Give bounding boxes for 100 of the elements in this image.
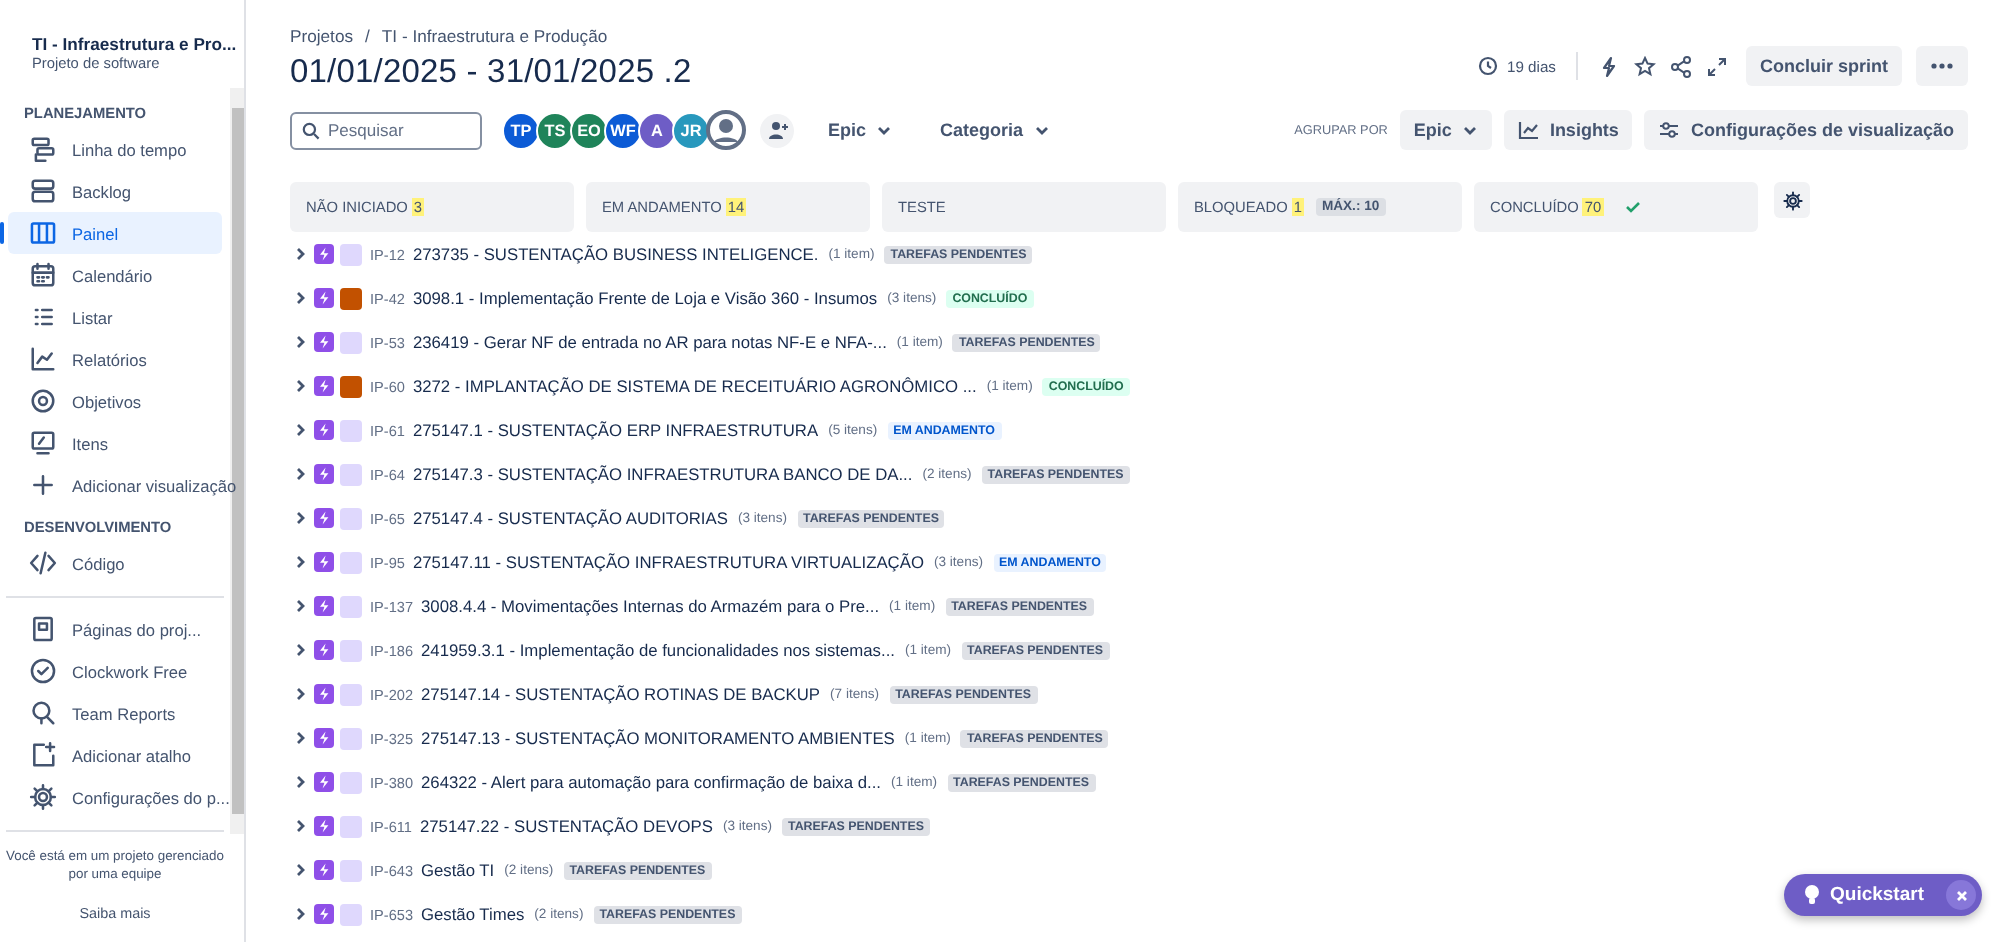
star-icon[interactable]: [1633, 55, 1656, 77]
plus-icon: [28, 470, 58, 500]
expand-chevron-icon[interactable]: [294, 818, 308, 834]
breadcrumb-separator: /: [365, 26, 370, 46]
user-avatar[interactable]: [706, 110, 746, 150]
sidebar-item[interactable]: Listar: [8, 296, 222, 338]
chevron-down-icon: [1461, 122, 1478, 138]
epic-icon: [314, 376, 334, 396]
view-settings-button[interactable]: Configurações de visualização: [1644, 110, 1968, 150]
filter-dropdown[interactable]: Epic: [814, 110, 907, 150]
epic-icon: [314, 772, 334, 792]
search-field[interactable]: Pesquisar: [290, 111, 482, 149]
more-button[interactable]: [1916, 46, 1968, 86]
expand-chevron-icon[interactable]: [294, 686, 308, 702]
project-name: TI - Infraestrutura e Pro...: [32, 34, 237, 54]
expand-chevron-icon[interactable]: [294, 906, 308, 922]
share-icon[interactable]: [1669, 55, 1692, 77]
search-icon: [302, 121, 320, 139]
epic-icon: [314, 552, 334, 572]
epic-title: 275147.11 - SUSTENTAÇÃO INFRAESTRUTURA VIRTUALIZAÇÃO: [412, 552, 924, 572]
complete-sprint-button[interactable]: Concluir sprint: [1745, 46, 1902, 86]
epic-icon: [314, 640, 334, 660]
expand-icon[interactable]: [1705, 55, 1728, 77]
shortcut-icon: [28, 740, 58, 770]
lightning-icon[interactable]: [1597, 55, 1620, 77]
expand-chevron-icon[interactable]: [294, 466, 308, 482]
epic-title: 275147.22 - SUSTENTAÇÃO DEVOPS: [419, 816, 713, 836]
expand-chevron-icon[interactable]: [294, 378, 308, 394]
sidebar-item[interactable]: Calendário: [8, 254, 222, 296]
epic-icon: [314, 860, 334, 880]
epic-title: 275147.14 - SUSTENTAÇÃO ROTINAS DE BACKUP: [421, 684, 821, 704]
epic-icon: [314, 728, 334, 748]
sidebar-item[interactable]: Backlog: [8, 170, 222, 212]
expand-chevron-icon[interactable]: [294, 774, 308, 790]
user-avatar[interactable]: TP: [502, 111, 540, 149]
expand-chevron-icon[interactable]: [294, 334, 308, 350]
column-settings-button[interactable]: [1774, 182, 1810, 218]
user-avatar[interactable]: EO: [570, 111, 608, 149]
quickstart-button[interactable]: Quickstart: [1784, 874, 1982, 916]
epic-title: 236419 - Gerar NF de entrada no AR para notas NF-E e NFA-...: [412, 332, 887, 352]
user-avatar[interactable]: JR: [672, 111, 710, 149]
epic-title: 275147.3 - SUSTENTAÇÃO INFRAESTRUTURA BANCO DE DA...: [412, 464, 913, 484]
expand-chevron-icon[interactable]: [294, 730, 308, 746]
expand-chevron-icon[interactable]: [294, 510, 308, 526]
add-people-button[interactable]: [760, 113, 794, 147]
epic-title: 3098.1 - Implementação Frente de Loja e Visão 360 - Insumos: [412, 288, 878, 308]
sidebar-item[interactable]: Itens: [8, 422, 222, 464]
backlog-icon: [28, 176, 58, 206]
sidebar-item[interactable]: Objetivos: [8, 380, 222, 422]
expand-chevron-icon[interactable]: [294, 290, 308, 306]
expand-chevron-icon[interactable]: [294, 246, 308, 262]
epic-title: 275147.1 - SUSTENTAÇÃO ERP INFRAESTRUTURA: [412, 420, 819, 440]
board-icon: [28, 218, 58, 248]
sidebar-item[interactable]: Configurações do p...: [8, 776, 238, 818]
calendar-icon: [28, 260, 58, 290]
epic-icon: [314, 684, 334, 704]
epic-title: Gestão TI: [421, 860, 495, 880]
sidebar-item[interactable]: Páginas do proj...: [8, 608, 222, 650]
epic-icon: [314, 420, 334, 440]
expand-chevron-icon[interactable]: [294, 642, 308, 658]
sidebar-item[interactable]: Relatórios: [8, 338, 222, 380]
expand-chevron-icon[interactable]: [294, 598, 308, 614]
expand-chevron-icon[interactable]: [294, 422, 308, 438]
sidebar-item[interactable]: Código: [8, 542, 222, 584]
sidebar-item[interactable]: Team Reports: [8, 692, 222, 734]
user-avatar[interactable]: A: [638, 111, 676, 149]
user-avatar[interactable]: TS: [536, 111, 574, 149]
epic-icon: [314, 816, 334, 836]
sidebar-item[interactable]: Adicionar atalho: [8, 734, 222, 776]
expand-chevron-icon[interactable]: [294, 862, 308, 878]
chart-icon: [1517, 120, 1540, 140]
insights-button[interactable]: Insights: [1503, 110, 1633, 150]
epic-title: 275147.13 - SUSTENTAÇÃO MONITORAMENTO AMBIENTES: [421, 728, 895, 748]
epic-title: 264322 - Alert para automação para confirmação de baixa d...: [421, 772, 881, 792]
breadcrumb-link[interactable]: TI - Infraestrutura e Produção: [381, 26, 608, 46]
close-button[interactable]: [1946, 880, 1976, 910]
epic-icon: [314, 596, 334, 616]
page-icon: [28, 614, 58, 644]
settings-icon: [1781, 189, 1803, 211]
code-icon: [28, 548, 58, 578]
epic-title: 273735 - SUSTENTAÇÃO BUSINESS INTELIGENCE.: [412, 244, 819, 264]
add-people-icon: [767, 120, 787, 140]
epic-icon: [314, 464, 334, 484]
epic-icon: [314, 244, 334, 264]
filter-dropdown[interactable]: Categoria: [926, 110, 1064, 150]
chart-icon: [28, 344, 58, 374]
epic-title: 3272 - IMPLANTAÇÃO DE SISTEMA DE RECEITUÁRIO AGRONÔMICO ...: [412, 376, 977, 396]
breadcrumb-link[interactable]: Projetos: [290, 26, 354, 46]
chevron-down-icon: [876, 122, 893, 138]
sidebar-item[interactable]: Linha do tempo: [8, 128, 222, 170]
sprint-title: 01/01/2025 - 31/01/2025 .2: [290, 54, 692, 92]
expand-chevron-icon[interactable]: [294, 554, 308, 570]
epic-title: 3008.4.4 - Movimentações Internas do Armazém para o Pre...: [421, 596, 880, 616]
user-avatar[interactable]: WF: [604, 111, 642, 149]
sidebar-item[interactable]: Clockwork Free: [8, 650, 222, 692]
group-by-dropdown[interactable]: Epic: [1399, 110, 1492, 150]
more-icon: [1930, 62, 1954, 70]
epic-title: Gestão Times: [421, 904, 525, 924]
epic-icon: [314, 508, 334, 528]
sidebar-item[interactable]: Adicionar visualização: [8, 464, 245, 506]
